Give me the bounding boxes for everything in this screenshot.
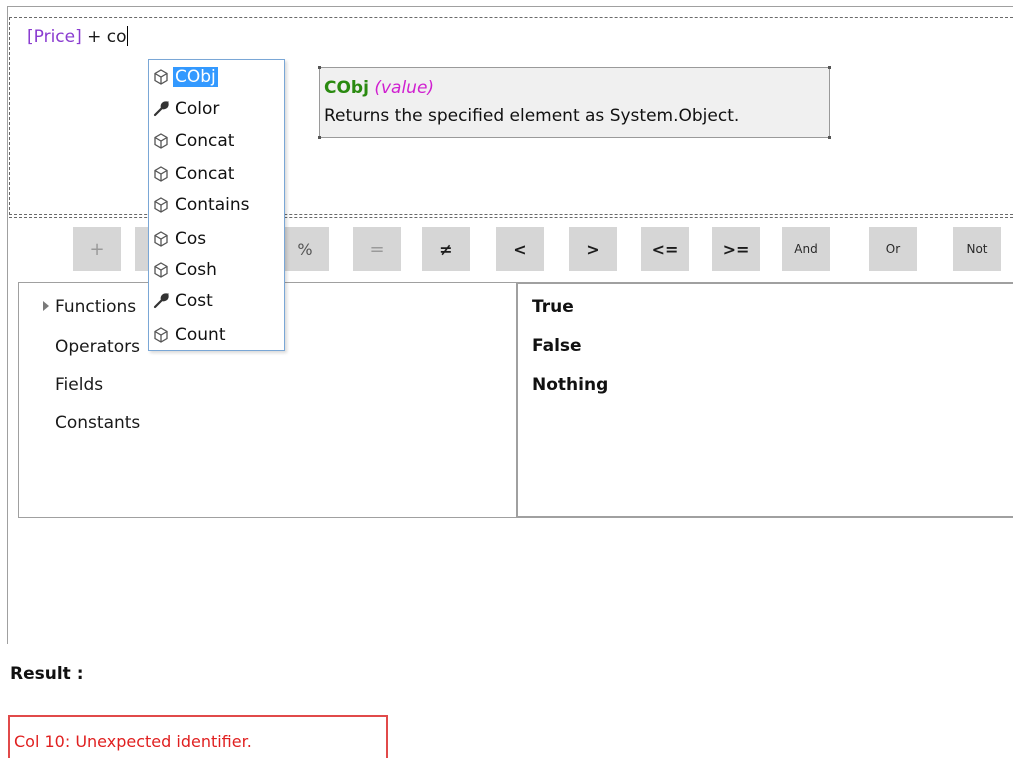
expression-text[interactable]: [Price] + co — [27, 26, 128, 48]
error-message: Col 10: Unexpected identifier. — [14, 732, 252, 751]
plus-button[interactable]: + — [73, 227, 121, 271]
typed-text: + co — [81, 27, 127, 47]
tree-item-label: Operators — [55, 337, 140, 357]
autocomplete-item-color[interactable]: Color — [151, 96, 221, 122]
wrench-icon — [151, 291, 171, 311]
cube-icon — [151, 195, 171, 215]
tooltip-corner-marker — [828, 66, 831, 69]
tree-item-operators[interactable]: Operators — [55, 336, 140, 358]
autocomplete-item-concat[interactable]: Concat — [151, 128, 236, 154]
error-box: Col 10: Unexpected identifier. — [8, 715, 388, 758]
tooltip-parameter: (value) — [374, 78, 435, 98]
autocomplete-item-label: Cost — [175, 291, 213, 311]
cube-icon — [151, 164, 171, 184]
autocomplete-item-label: Cosh — [175, 260, 217, 280]
autocomplete-item-label: Color — [175, 99, 220, 119]
autocomplete-item-contains[interactable]: Contains — [151, 192, 251, 218]
greater-or-equal-button[interactable]: >= — [712, 227, 760, 271]
cube-icon — [151, 229, 171, 249]
autocomplete-popup: CObj Color Concat Concat Contains Cos Co… — [148, 59, 285, 351]
not-button[interactable]: Not — [953, 227, 1001, 271]
tooltip-description: Returns the specified element as System.… — [324, 106, 740, 126]
greater-than-button[interactable]: > — [569, 227, 617, 271]
cube-icon — [151, 260, 171, 280]
constant-nothing[interactable]: Nothing — [532, 375, 608, 395]
autocomplete-item-label: Contains — [175, 195, 250, 215]
autocomplete-item-count[interactable]: Count — [151, 322, 228, 348]
tree-item-label: Constants — [55, 413, 141, 433]
cube-icon — [151, 325, 171, 345]
autocomplete-item-label: Count — [175, 325, 226, 345]
autocomplete-item-cos[interactable]: Cos — [151, 226, 208, 252]
text-caret — [126, 26, 128, 46]
or-button[interactable]: Or — [869, 227, 917, 271]
cube-icon — [151, 67, 171, 87]
cube-icon — [151, 131, 171, 151]
autocomplete-item-label: Concat — [175, 164, 235, 184]
tooltip-corner-marker — [318, 66, 321, 69]
autocomplete-item-label: CObj — [173, 67, 218, 87]
tree-item-functions[interactable]: Functions — [43, 296, 137, 318]
constant-true[interactable]: True — [532, 297, 574, 317]
tooltip-title: CObj (value) — [324, 78, 434, 98]
constant-false[interactable]: False — [532, 336, 582, 356]
tree-item-fields[interactable]: Fields — [55, 374, 103, 396]
tree-item-label: Functions — [55, 297, 137, 317]
and-button[interactable]: And — [782, 227, 830, 271]
autocomplete-item-cost[interactable]: Cost — [151, 288, 215, 314]
equals-button[interactable]: = — [353, 227, 401, 271]
expand-arrow-icon[interactable] — [43, 301, 49, 311]
tooltip-corner-marker — [828, 136, 831, 139]
autocomplete-item-concat[interactable]: Concat — [151, 161, 236, 187]
field-token: [Price] — [27, 27, 82, 47]
autocomplete-item-label: Cos — [175, 229, 207, 249]
not-equals-button[interactable]: ≠ — [422, 227, 470, 271]
tree-item-constants[interactable]: Constants — [55, 412, 140, 434]
modulo-button[interactable]: % — [281, 227, 329, 271]
less-or-equal-button[interactable]: <= — [641, 227, 689, 271]
autocomplete-item-cosh[interactable]: Cosh — [151, 257, 219, 283]
less-than-button[interactable]: < — [496, 227, 544, 271]
autocomplete-item-cobj[interactable]: CObj — [151, 64, 218, 90]
wrench-icon — [151, 99, 171, 119]
tooltip-corner-marker — [318, 136, 321, 139]
function-tooltip: CObj (value) Returns the specified eleme… — [318, 66, 831, 139]
autocomplete-item-label: Concat — [175, 131, 235, 151]
result-label: Result : — [10, 664, 84, 684]
tree-item-label: Fields — [55, 375, 104, 395]
constants-list: True False Nothing — [516, 282, 1013, 518]
tooltip-function-name: CObj — [324, 78, 369, 98]
